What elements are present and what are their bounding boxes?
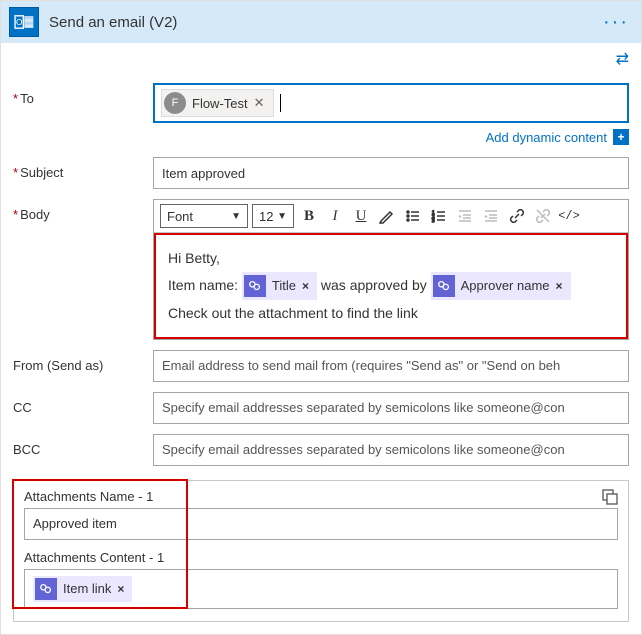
- attachment-name-label: Attachments Name - 1: [24, 489, 618, 504]
- editor-toolbar: Font▼ 12▼ B I U 123: [154, 200, 628, 233]
- font-size-select[interactable]: 12▼: [252, 204, 294, 228]
- avatar: F: [164, 92, 186, 114]
- attachment-content-label: Attachments Content - 1: [24, 550, 618, 565]
- attachment-name-input[interactable]: Approved item: [24, 508, 618, 540]
- action-card: O Send an email (V2) ··· ⇄ *To F Flow-Te…: [0, 0, 642, 635]
- card-title: Send an email (V2): [49, 14, 177, 31]
- label-from: From (Send as): [13, 358, 103, 373]
- unlink-button[interactable]: [532, 205, 554, 227]
- row-bcc: BCC Specify email addresses separated by…: [13, 434, 629, 466]
- to-input[interactable]: F Flow-Test ✕: [153, 83, 629, 123]
- remove-recipient-icon[interactable]: ✕: [254, 95, 265, 111]
- body-text: was approved by: [321, 277, 431, 293]
- body-line-3: Check out the attachment to find the lin…: [168, 300, 614, 327]
- row-from: From (Send as) Email address to send mai…: [13, 350, 629, 382]
- card-header: O Send an email (V2) ···: [1, 1, 641, 43]
- from-input[interactable]: Email address to send mail from (require…: [153, 350, 629, 382]
- code-view-button[interactable]: </>: [558, 205, 580, 227]
- row-to: *To F Flow-Test ✕ Add dynamic content +: [13, 83, 629, 147]
- token-approver[interactable]: Approver name ×: [431, 272, 571, 301]
- token-item-link[interactable]: Item link ×: [33, 576, 132, 602]
- row-subject: *Subject Item approved: [13, 157, 629, 189]
- bcc-input[interactable]: Specify email addresses separated by sem…: [153, 434, 629, 466]
- token-title[interactable]: Title ×: [242, 272, 317, 301]
- card-menu-button[interactable]: ···: [599, 11, 633, 34]
- label-cc: CC: [13, 400, 32, 415]
- underline-button[interactable]: U: [350, 205, 372, 227]
- italic-button[interactable]: I: [324, 205, 346, 227]
- bullet-list-button[interactable]: [402, 205, 424, 227]
- row-body: *Body Font▼ 12▼ B I U: [13, 199, 629, 340]
- subject-value: Item approved: [162, 166, 245, 181]
- recipient-name: Flow-Test: [192, 96, 248, 111]
- body-content[interactable]: Hi Betty, Item name: Title × was approve…: [154, 233, 628, 339]
- row-cc: CC Specify email addresses separated by …: [13, 392, 629, 424]
- sharepoint-icon: [244, 275, 266, 297]
- text-cursor: [280, 94, 281, 112]
- plus-icon[interactable]: +: [613, 129, 629, 145]
- label-subject: Subject: [20, 165, 63, 180]
- attachment-content-input[interactable]: Item link ×: [24, 569, 618, 609]
- attachments-section: Attachments Name - 1 Approved item Attac…: [13, 480, 629, 622]
- svg-text:O: O: [16, 18, 23, 27]
- swap-icon[interactable]: ⇄: [616, 49, 629, 69]
- recipient-chip[interactable]: F Flow-Test ✕: [161, 89, 274, 117]
- remove-token-icon[interactable]: ×: [117, 582, 124, 596]
- body-line-1: Hi Betty,: [168, 245, 614, 272]
- remove-token-icon[interactable]: ×: [556, 275, 563, 298]
- add-dynamic-content-link[interactable]: Add dynamic content: [486, 130, 607, 145]
- svg-text:3: 3: [432, 219, 435, 224]
- numbered-list-button[interactable]: 123: [428, 205, 450, 227]
- sharepoint-icon: [433, 275, 455, 297]
- label-bcc: BCC: [13, 442, 40, 457]
- cc-placeholder: Specify email addresses separated by sem…: [162, 400, 565, 415]
- highlight-button[interactable]: [376, 205, 398, 227]
- subject-input[interactable]: Item approved: [153, 157, 629, 189]
- outdent-button[interactable]: [454, 205, 476, 227]
- label-to: To: [20, 91, 34, 106]
- from-placeholder: Email address to send mail from (require…: [162, 358, 560, 373]
- sharepoint-icon: [35, 578, 57, 600]
- switch-mode-button[interactable]: [600, 487, 620, 507]
- body-text: Item name:: [168, 277, 242, 293]
- bold-button[interactable]: B: [298, 205, 320, 227]
- attachment-name-value: Approved item: [33, 516, 117, 531]
- bcc-placeholder: Specify email addresses separated by sem…: [162, 442, 565, 457]
- outlook-icon: O: [9, 7, 39, 37]
- remove-token-icon[interactable]: ×: [302, 275, 309, 298]
- body-editor: Font▼ 12▼ B I U 123: [153, 199, 629, 340]
- font-select[interactable]: Font▼: [160, 204, 248, 228]
- cc-input[interactable]: Specify email addresses separated by sem…: [153, 392, 629, 424]
- indent-button[interactable]: [480, 205, 502, 227]
- link-button[interactable]: [506, 205, 528, 227]
- label-body: Body: [20, 207, 50, 222]
